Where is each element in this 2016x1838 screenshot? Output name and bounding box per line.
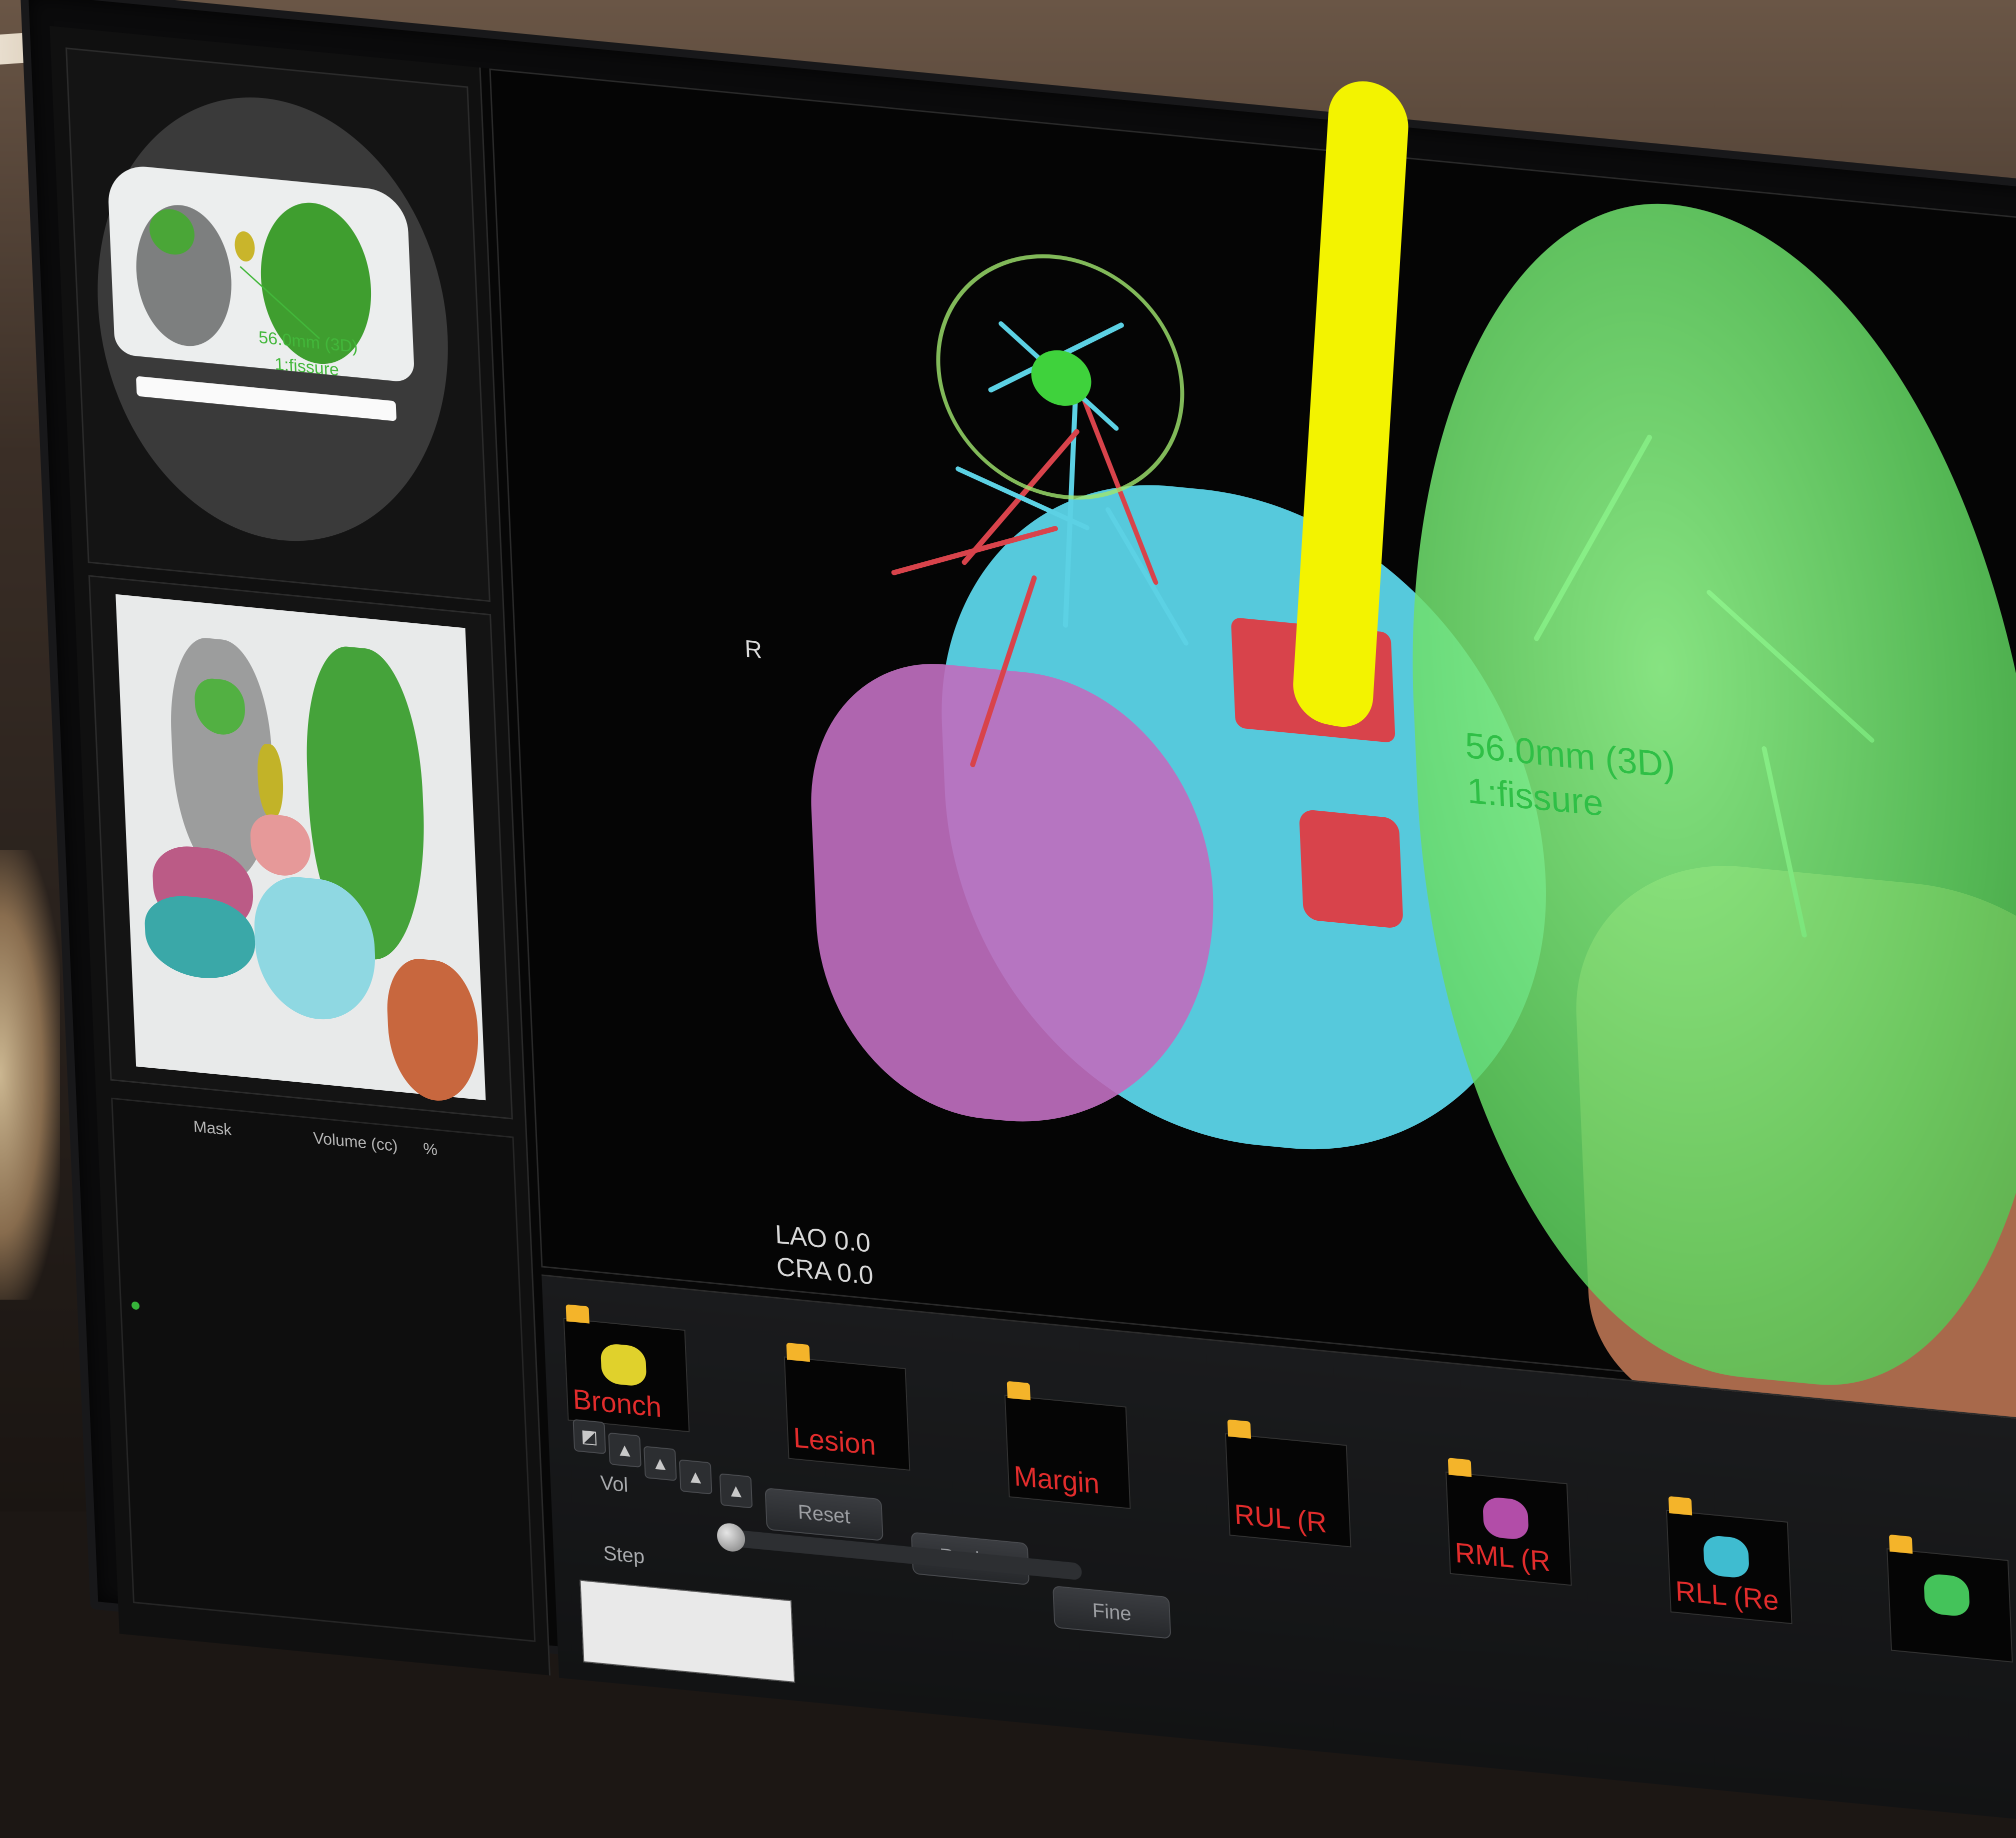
segment-card-label: RLL (Re: [1674, 1575, 1780, 1617]
segment-visibility-toggle[interactable]: [1006, 1381, 1031, 1401]
segment-card-label: Margin: [1013, 1460, 1100, 1500]
preview-field: [580, 1580, 796, 1683]
segment-visibility-toggle[interactable]: [786, 1342, 810, 1362]
segment-card-label: RML (R: [1454, 1536, 1551, 1578]
segment-thumbnail-icon: [1482, 1496, 1530, 1541]
segment-card-label: Bronch: [572, 1383, 662, 1424]
mountain-tool-4-icon[interactable]: ▲: [719, 1473, 753, 1509]
segment-card[interactable]: [1886, 1534, 2013, 1663]
screen: 56.0mm (3D) 1:fissure Mask Volume (cc) %: [50, 25, 2016, 1838]
segment-thumbnail-icon: [1702, 1534, 1750, 1579]
camera-angle-readout: LAO 0.0 CRA 0.0: [774, 1218, 874, 1292]
segment-card[interactable]: RML (R: [1445, 1458, 1572, 1586]
segment-card[interactable]: Margin: [1004, 1381, 1131, 1509]
monitor: 56.0mm (3D) 1:fissure Mask Volume (cc) %: [20, 0, 2016, 1838]
step-slider[interactable]: [732, 1529, 1082, 1581]
segment-visibility-toggle[interactable]: [566, 1304, 590, 1324]
vol-label: Vol: [600, 1472, 629, 1497]
segment-card[interactable]: RUL (R: [1224, 1419, 1352, 1548]
step-slider-knob[interactable]: [716, 1522, 746, 1553]
orientation-label-right: R: [744, 635, 763, 664]
segment-card[interactable]: Lesion: [784, 1342, 910, 1471]
reset-button[interactable]: Reset: [764, 1488, 884, 1542]
segment-visibility-toggle[interactable]: [1668, 1496, 1692, 1516]
left-panel: 56.0mm (3D) 1:fissure Mask Volume (cc) %: [50, 25, 551, 1676]
segment-card[interactable]: Bronch: [563, 1304, 690, 1433]
mountain-tool-2-icon[interactable]: ▲: [644, 1446, 677, 1482]
segment-thumbnail-icon: [1923, 1573, 1970, 1618]
axial-thumbnail-view[interactable]: 56.0mm (3D) 1:fissure: [65, 47, 490, 602]
segment-card[interactable]: RLL (Re: [1666, 1496, 1792, 1625]
segment-visibility-toggle[interactable]: [1227, 1419, 1252, 1439]
mountain-tool-icon[interactable]: ▲: [608, 1432, 642, 1468]
palette-icon[interactable]: ◩: [572, 1419, 606, 1455]
3d-viewport[interactable]: R F 56.0mm (3D) 1:fissure LAO 0.0 CRA 0.…: [489, 68, 2016, 1528]
segment-volume-table: Mask Volume (cc) %: [111, 1097, 536, 1642]
segment-card-label: Lesion: [792, 1421, 876, 1461]
segment-thumbnail-icon: [600, 1342, 647, 1388]
table-header-volume: Volume (cc): [312, 1128, 398, 1155]
coronal-thumbnail-view[interactable]: [88, 575, 513, 1120]
segment-card-label: RUL (R: [1234, 1498, 1328, 1539]
heart-vessel-model: [1298, 809, 1404, 929]
segment-visibility-toggle[interactable]: [1448, 1458, 1472, 1477]
mountain-tool-3-icon[interactable]: ▲: [678, 1459, 712, 1495]
segment-visibility-toggle[interactable]: [1888, 1534, 1913, 1554]
table-header-mask: Mask: [192, 1117, 232, 1139]
window-glow: [0, 850, 60, 1300]
fine-button[interactable]: Fine: [1052, 1585, 1172, 1639]
step-label: Step: [602, 1542, 645, 1568]
table-header-percent: %: [422, 1139, 438, 1159]
